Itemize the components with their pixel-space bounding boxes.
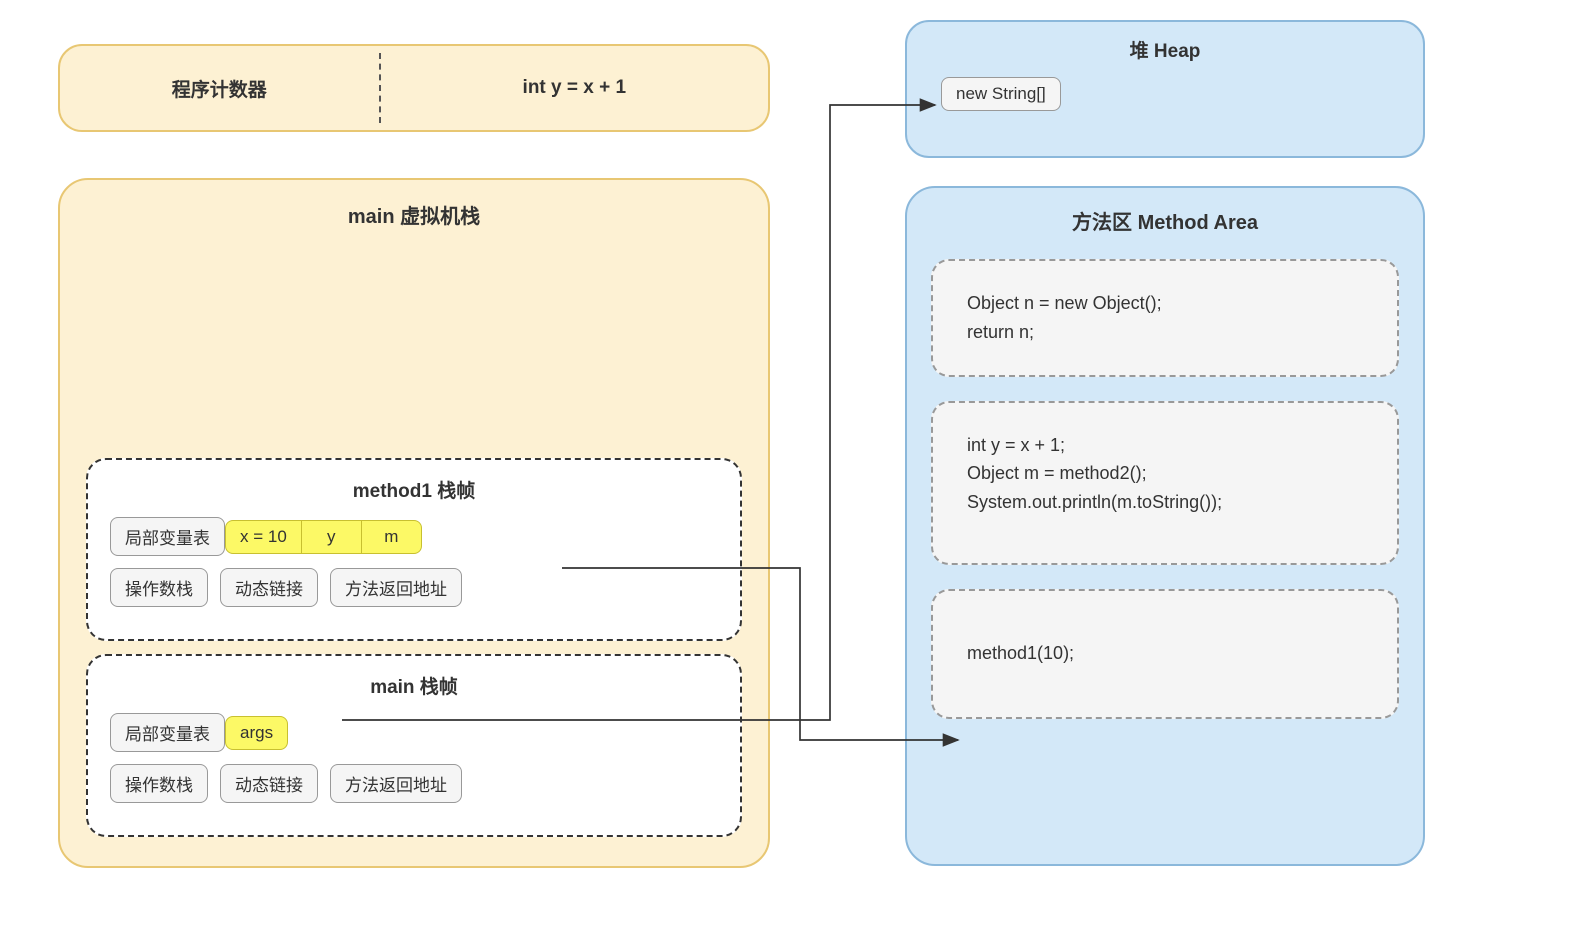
diagram-root: 程序计数器 int y = x + 1 main 虚拟机栈 method1 栈帧… <box>0 0 1588 952</box>
locals-label: 局部变量表 <box>110 517 225 556</box>
return-addr-label: 方法返回地址 <box>330 568 462 607</box>
locals-vars-group-main: args <box>225 716 288 750</box>
vm-stack-box: main 虚拟机栈 method1 栈帧 局部变量表 x = 10 y m 操作… <box>58 178 770 868</box>
code-block-main: method1(10); <box>931 589 1399 719</box>
heap-box: 堆 Heap new String[] <box>905 20 1425 158</box>
frame-method1-ops-row: 操作数栈 动态链接 方法返回地址 <box>110 568 718 607</box>
code-block-method1: int y = x + 1; Object m = method2(); Sys… <box>931 401 1399 565</box>
method-area-title: 方法区 Method Area <box>931 206 1399 235</box>
operand-stack-label-main: 操作数栈 <box>110 764 208 803</box>
frame-method1-title: method1 栈帧 <box>110 476 718 503</box>
frame-method1: method1 栈帧 局部变量表 x = 10 y m 操作数栈 动态链接 方法… <box>86 458 742 641</box>
local-var-m: m <box>362 520 422 554</box>
heap-object: new String[] <box>941 77 1061 111</box>
code-block-method2: Object n = new Object(); return n; <box>931 259 1399 377</box>
frame-main-ops-row: 操作数栈 动态链接 方法返回地址 <box>110 764 718 803</box>
stack-title: main 虚拟机栈 <box>86 200 742 229</box>
operand-stack-label: 操作数栈 <box>110 568 208 607</box>
pc-label: 程序计数器 <box>60 75 379 102</box>
dynamic-link-label-main: 动态链接 <box>220 764 318 803</box>
frame-main-title: main 栈帧 <box>110 672 718 699</box>
locals-label-main: 局部变量表 <box>110 713 225 752</box>
pc-instruction: int y = x + 1 <box>381 77 768 99</box>
frame-main-locals-row: 局部变量表 args <box>110 713 718 752</box>
code-block-main-text: method1(10); <box>967 639 1074 668</box>
local-var-y: y <box>302 520 362 554</box>
frame-main: main 栈帧 局部变量表 args 操作数栈 动态链接 方法返回地址 <box>86 654 742 837</box>
frame-method1-locals-row: 局部变量表 x = 10 y m <box>110 517 718 556</box>
locals-vars-group: x = 10 y m <box>225 520 422 554</box>
local-var-x: x = 10 <box>225 520 302 554</box>
program-counter-box: 程序计数器 int y = x + 1 <box>58 44 770 132</box>
heap-title: 堆 Heap <box>929 36 1401 63</box>
return-addr-label-main: 方法返回地址 <box>330 764 462 803</box>
method-area-box: 方法区 Method Area Object n = new Object();… <box>905 186 1425 866</box>
local-var-args: args <box>225 716 288 750</box>
dynamic-link-label: 动态链接 <box>220 568 318 607</box>
